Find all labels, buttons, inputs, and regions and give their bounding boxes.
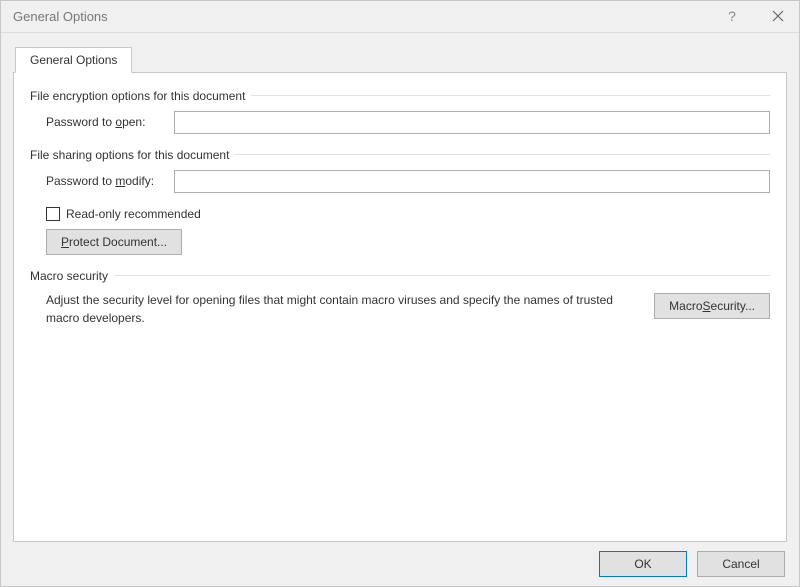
section-file-encryption-label: File encryption options for this documen… [30,89,245,103]
divider [235,154,770,155]
password-modify-row: Password to modify: [46,170,770,193]
password-open-label: Password to open: [46,115,174,129]
dialog-footer: OK Cancel [1,542,799,586]
section-macro-security-label: Macro security [30,269,108,283]
tab-panel: File encryption options for this documen… [13,72,787,542]
close-icon[interactable] [765,10,791,22]
password-modify-label: Password to modify: [46,174,174,188]
macro-security-row: Adjust the security level for opening fi… [46,291,770,327]
readonly-recommended-checkbox[interactable] [46,207,60,221]
macro-security-button[interactable]: Macro Security... [654,293,770,319]
titlebar: General Options ? [1,1,799,33]
section-file-encryption: File encryption options for this documen… [30,89,770,103]
readonly-recommended-label: Read-only recommended [66,207,201,221]
tabstrip: General Options [13,47,787,73]
protect-document-row: Protect Document... [46,229,770,255]
password-open-input[interactable] [174,111,770,134]
protect-document-button[interactable]: Protect Document... [46,229,182,255]
tab-general-options[interactable]: General Options [15,47,132,73]
password-modify-input[interactable] [174,170,770,193]
readonly-recommended-row: Read-only recommended [46,207,770,221]
divider [114,275,770,276]
window-title: General Options [13,9,719,24]
cancel-button[interactable]: Cancel [697,551,785,577]
dialog-body: General Options File encryption options … [1,33,799,542]
section-macro-security: Macro security [30,269,770,283]
help-icon[interactable]: ? [719,8,745,24]
macro-security-text: Adjust the security level for opening fi… [46,291,636,327]
password-open-row: Password to open: [46,111,770,134]
ok-button[interactable]: OK [599,551,687,577]
section-file-sharing-label: File sharing options for this document [30,148,229,162]
section-file-sharing: File sharing options for this document [30,148,770,162]
general-options-dialog: General Options ? General Options File e… [0,0,800,587]
titlebar-controls: ? [719,8,791,24]
divider [251,95,770,96]
